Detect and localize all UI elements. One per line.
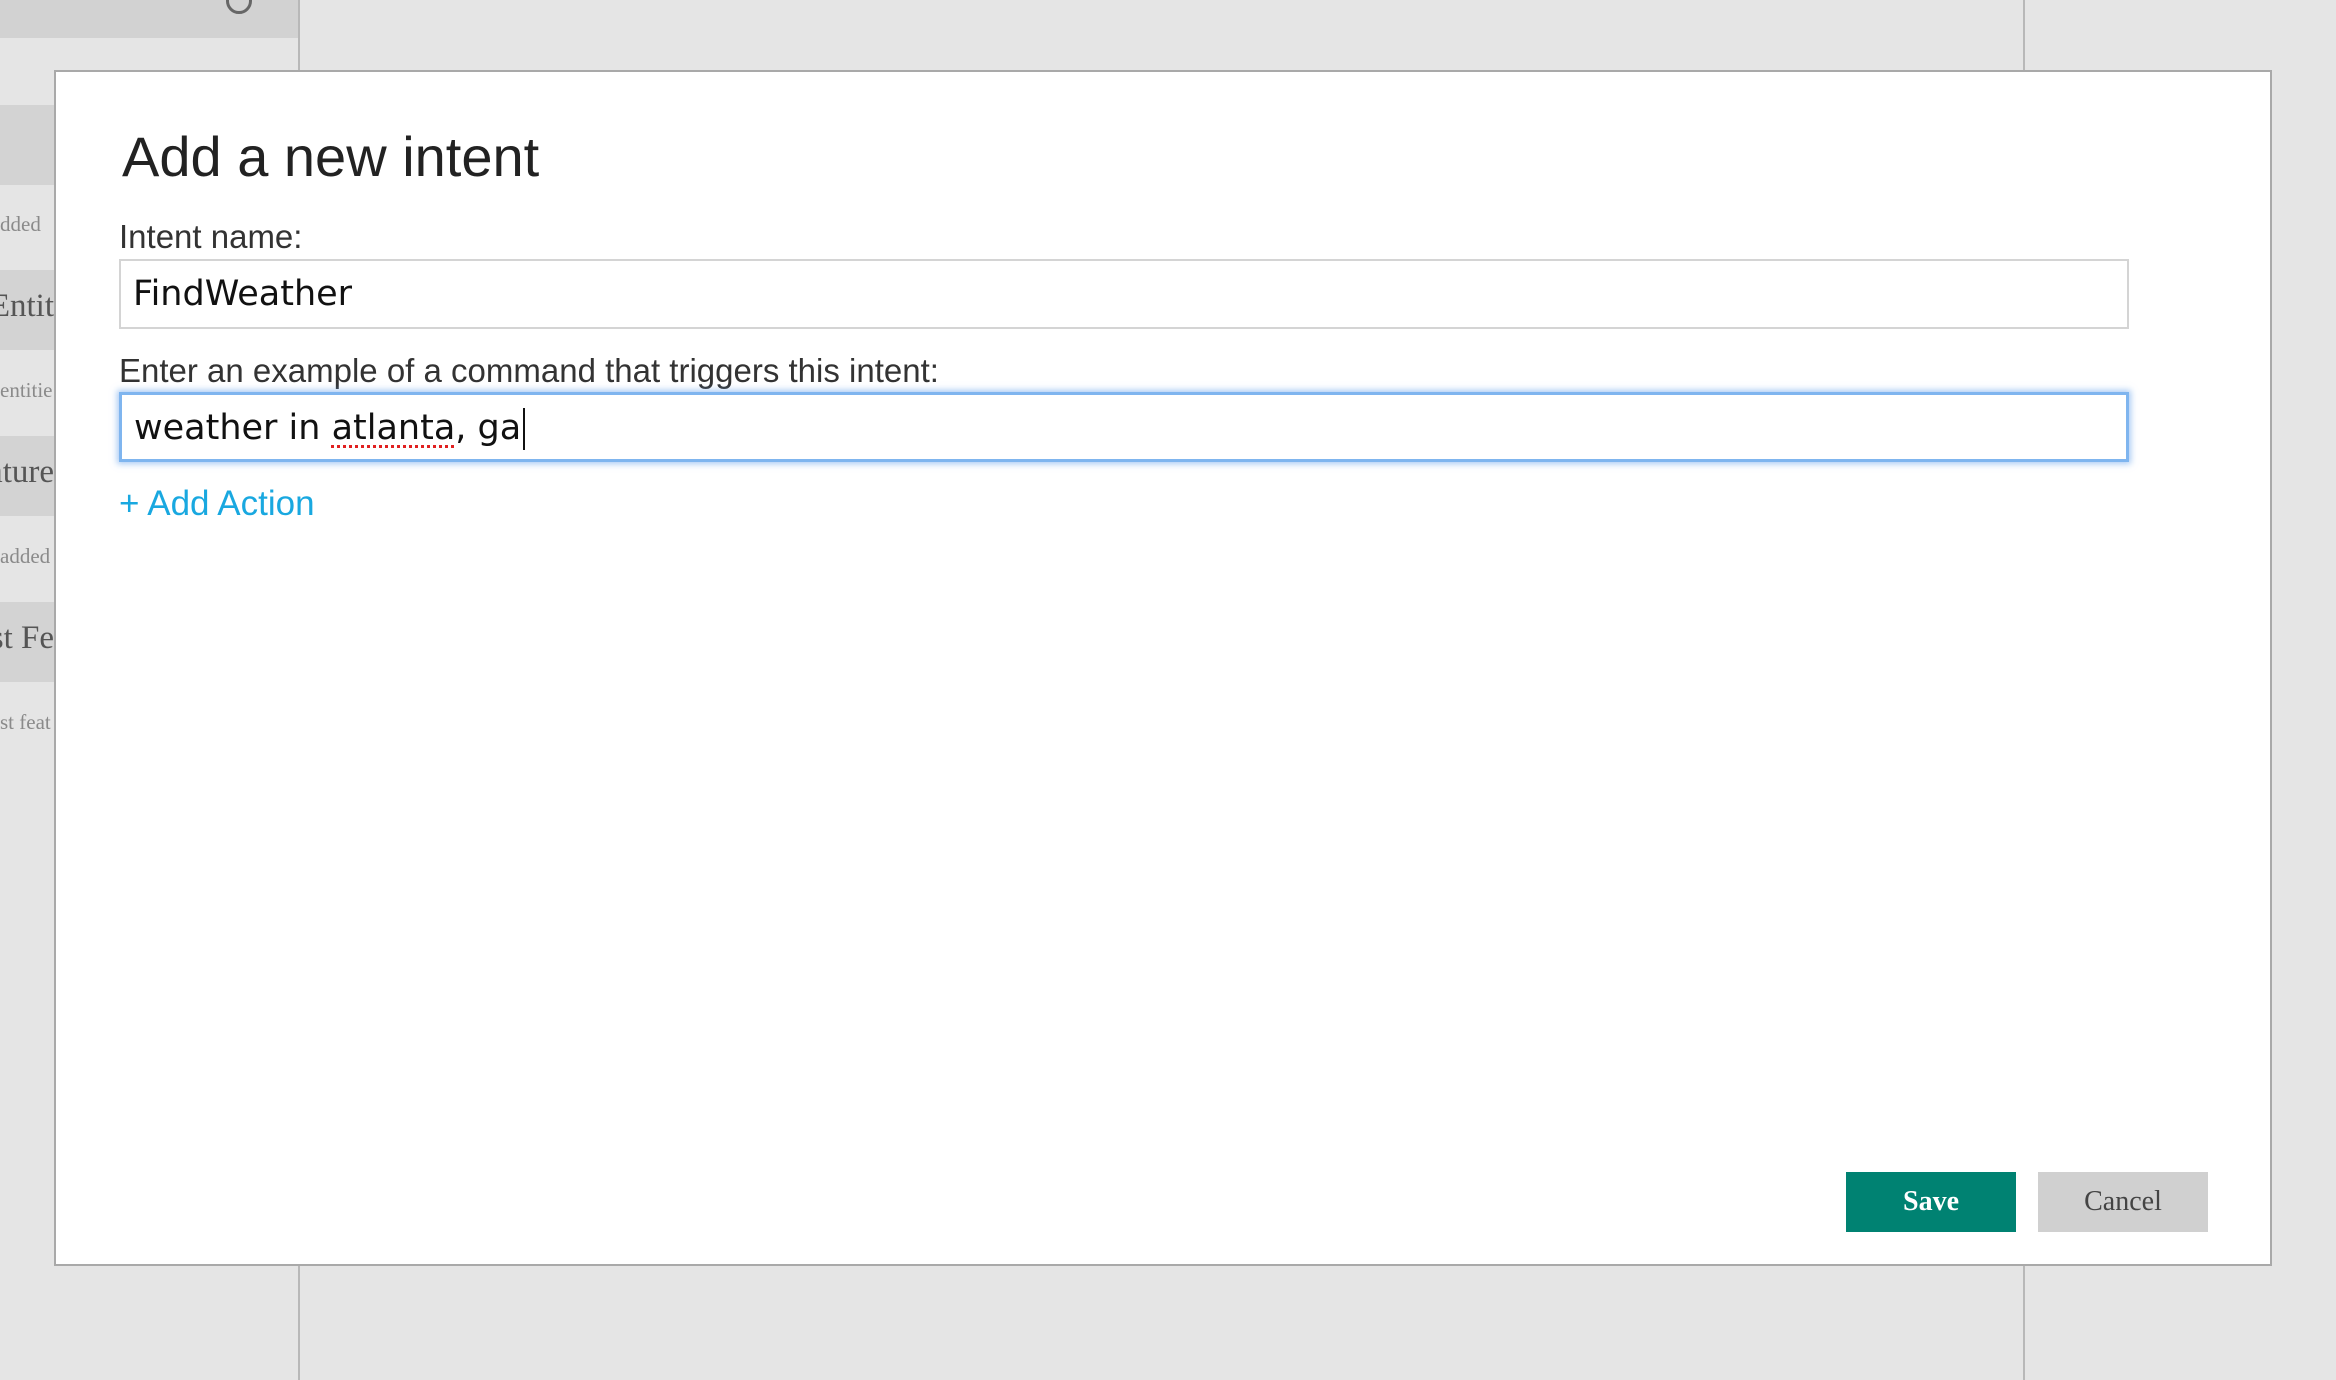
intent-name-label: Intent name: (119, 218, 303, 255)
background-panel-header (0, 105, 60, 185)
background-text: added (0, 544, 51, 568)
background-text: st Fe (0, 620, 54, 656)
info-icon (226, 0, 252, 14)
cancel-button[interactable]: Cancel (2038, 1172, 2208, 1232)
add-intent-dialog: Add a new intent Intent name: FindWeathe… (54, 70, 2272, 1266)
intent-name-input[interactable]: FindWeather (119, 259, 2129, 329)
example-text-start: weather in (134, 408, 332, 448)
background-text: ature (0, 454, 54, 490)
background-text: entitie (0, 378, 53, 402)
add-action-link[interactable]: + Add Action (119, 484, 315, 524)
example-command-label: Enter an example of a command that trigg… (119, 352, 939, 389)
save-button[interactable]: Save (1846, 1172, 2016, 1232)
example-command-input[interactable]: weather in atlanta, ga (119, 392, 2129, 462)
example-text-end: , ga (455, 408, 522, 448)
background-text: st feat (0, 710, 51, 734)
intent-name-value: FindWeather (133, 274, 353, 314)
background-text: Entit (0, 288, 54, 324)
background-text: dded (0, 212, 41, 236)
dialog-title: Add a new intent (122, 125, 540, 188)
background-header (0, 0, 298, 38)
text-caret (523, 408, 526, 450)
misspelled-word: atlanta (331, 408, 456, 448)
